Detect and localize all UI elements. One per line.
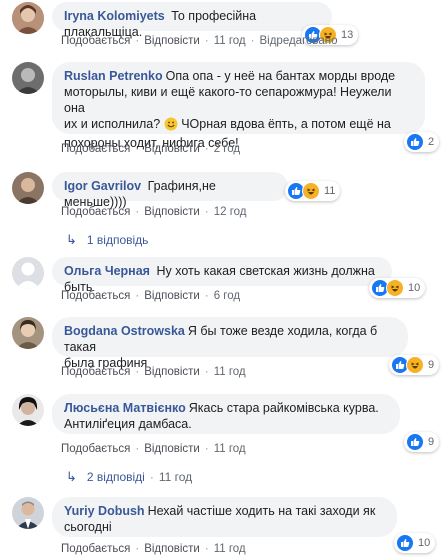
comment-bubble: Igor Gavrilov Графиня,не меньше)))) xyxy=(52,172,288,209)
reactions-summary[interactable]: 9 xyxy=(389,355,440,375)
comment-text: их и исполнила? xyxy=(64,117,161,131)
reply-link[interactable]: Відповісти xyxy=(144,290,200,302)
comment-actions: Подобається · Відповісти · 11 год xyxy=(61,543,246,555)
haha-icon xyxy=(386,279,404,297)
reaction-count: 9 xyxy=(428,359,435,371)
avatar[interactable] xyxy=(12,257,44,289)
comment-text: Антиліґеция дамбаса. xyxy=(64,417,192,431)
reaction-count: 10 xyxy=(408,282,421,294)
avatar[interactable] xyxy=(12,317,44,349)
timestamp[interactable]: 2 год xyxy=(214,143,240,155)
comment-bubble: Ольга Черная Ну хоть какая светская жизн… xyxy=(52,257,392,294)
view-replies[interactable]: ↳ 1 відповідь xyxy=(66,232,148,248)
comment-bubble: Ruslan Petrenko Опа опа - у неё на бантах… xyxy=(52,62,425,150)
reply-link[interactable]: Відповісти xyxy=(144,366,200,378)
like-icon xyxy=(406,433,424,451)
reply-link[interactable]: Відповісти xyxy=(144,206,200,218)
like-icon xyxy=(396,534,414,552)
reactions-summary[interactable]: 10 xyxy=(394,533,436,553)
comment-actions: Подобається · Відповісти · 2 год xyxy=(61,143,241,155)
author-name[interactable]: Ruslan Petrenko xyxy=(64,69,163,83)
reaction-count: 9 xyxy=(428,436,435,448)
comment-bubble: Bogdana Ostrowska Я бы тоже везде ходила,… xyxy=(52,317,408,370)
like-link[interactable]: Подобається xyxy=(61,143,130,155)
timestamp[interactable]: 11 год xyxy=(214,35,246,47)
comment-text: ЧОрная вдова ёпть, а потом ещё на xyxy=(181,117,391,131)
reactions-summary[interactable]: 10 xyxy=(369,278,426,298)
like-link[interactable]: Подобається xyxy=(61,35,130,47)
haha-icon xyxy=(302,182,320,200)
like-link[interactable]: Подобається xyxy=(61,290,130,302)
author-name[interactable]: Igor Gavrilov xyxy=(64,179,141,193)
reactions-summary[interactable]: 2 xyxy=(404,132,440,152)
reaction-count: 10 xyxy=(418,537,431,549)
avatar[interactable] xyxy=(12,497,44,529)
like-link[interactable]: Подобається xyxy=(61,366,130,378)
like-link[interactable]: Подобається xyxy=(61,206,130,218)
comment-text: сьогодні xyxy=(64,520,112,534)
comment-text: Опа опа - у неё на бантах морды вроде xyxy=(165,69,396,83)
timestamp[interactable]: 12 год xyxy=(214,206,247,218)
comment-bubble: Люсьєна Матвієнко Якась стара райкомівськ… xyxy=(52,394,400,434)
comment-text: моторылы, киви и ещё какого-то сепарожму… xyxy=(64,85,392,115)
reaction-count: 11 xyxy=(324,185,336,197)
timestamp[interactable]: 11 год xyxy=(214,443,246,455)
timestamp[interactable]: 11 год xyxy=(214,543,246,555)
reaction-count: 2 xyxy=(428,136,435,148)
comment-actions: Подобається · Відповісти · 11 год · Відредагов… xyxy=(61,35,338,47)
reactions-summary[interactable]: 11 xyxy=(285,181,341,201)
avatar[interactable] xyxy=(12,62,44,94)
avatar[interactable] xyxy=(12,2,44,34)
reply-link[interactable]: Відповісти xyxy=(144,35,200,47)
reply-arrow-icon: ↳ xyxy=(66,232,77,247)
smile-emoji-icon xyxy=(164,117,178,135)
author-name[interactable]: Bogdana Ostrowska xyxy=(64,324,185,338)
reaction-count: 13 xyxy=(341,29,354,41)
replies-count[interactable]: 2 відповіді xyxy=(87,470,145,484)
haha-icon xyxy=(406,356,424,374)
author-name[interactable]: Люсьєна Матвієнко xyxy=(64,401,186,415)
reply-arrow-icon: ↳ xyxy=(66,469,77,484)
author-name[interactable]: Yuriy Dobush xyxy=(64,504,145,518)
like-link[interactable]: Подобається xyxy=(61,543,130,555)
comment-text: Якась стара райкомівська курва. xyxy=(188,401,379,415)
like-icon xyxy=(406,133,424,151)
replies-count[interactable]: 1 відповідь xyxy=(87,233,149,247)
avatar[interactable] xyxy=(12,394,44,426)
reply-link[interactable]: Відповісти xyxy=(144,543,200,555)
like-link[interactable]: Подобається xyxy=(61,443,130,455)
comment-actions: Подобається · Відповісти · 11 год xyxy=(61,366,246,378)
reactions-summary[interactable]: 9 xyxy=(404,432,440,452)
edited-label[interactable]: Відредаговано xyxy=(259,35,337,47)
reply-link[interactable]: Відповісти xyxy=(144,143,200,155)
timestamp[interactable]: 11 год xyxy=(214,366,246,378)
avatar[interactable] xyxy=(12,172,44,204)
comment-actions: Подобається · Відповісти · 11 год xyxy=(61,443,246,455)
timestamp[interactable]: 6 год xyxy=(214,290,240,302)
reply-link[interactable]: Відповісти xyxy=(144,443,200,455)
comment-actions: Подобається · Відповісти · 12 год xyxy=(61,206,247,218)
author-name[interactable]: Ольга Черная xyxy=(64,264,150,278)
comment-bubble: Iryna Kolomiyets То професійна плакальщі… xyxy=(52,2,332,39)
comment-bubble: Yuriy Dobush Нехай частіше ходить на такі… xyxy=(52,497,397,537)
comment-actions: Подобається · Відповісти · 6 год xyxy=(61,290,241,302)
comment-text: Нехай частіше ходить на такі заходи як xyxy=(147,504,376,518)
view-replies[interactable]: ↳ 2 відповіді · 11 год xyxy=(66,469,192,485)
replies-timestamp: 11 год xyxy=(158,470,193,484)
author-name[interactable]: Iryna Kolomiyets xyxy=(64,9,165,23)
